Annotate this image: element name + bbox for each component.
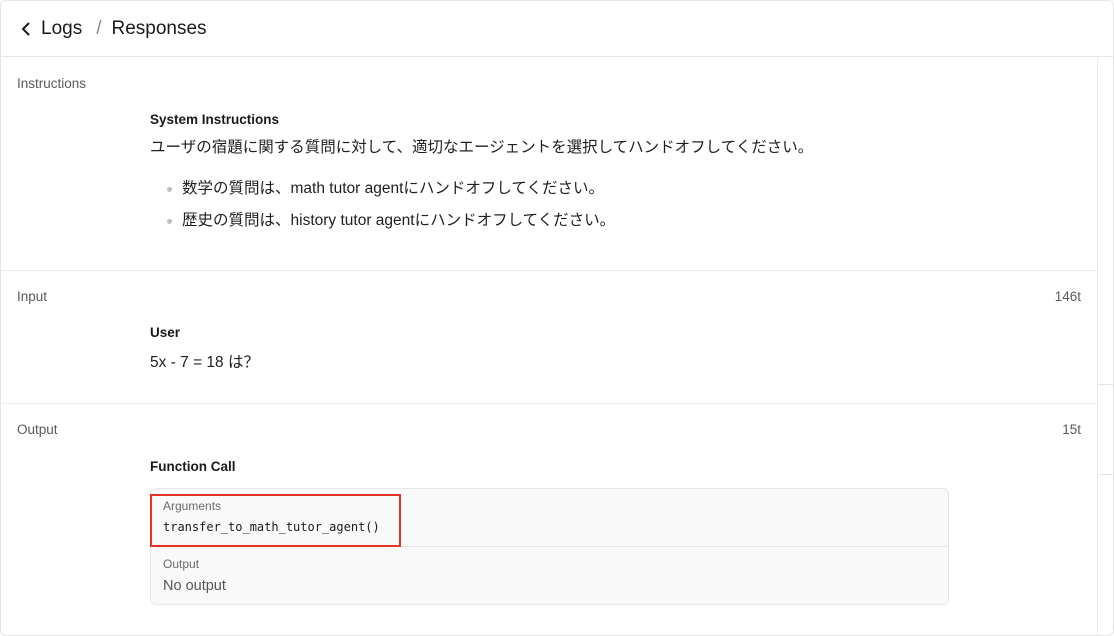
function-output-label: Output bbox=[163, 557, 200, 571]
list-item: 数学の質問は、math tutor agentにハンドオフしてください。 bbox=[150, 173, 813, 205]
arguments-block: Arguments transfer_to_math_tutor_agent() bbox=[151, 489, 948, 546]
arguments-label: Arguments bbox=[163, 499, 222, 513]
arguments-value: transfer_to_math_tutor_agent() bbox=[163, 520, 380, 534]
back-button[interactable] bbox=[17, 20, 35, 38]
list-item: 歴史の質問は、history tutor agentにハンドオフしてください。 bbox=[150, 205, 813, 237]
chevron-left-icon bbox=[22, 22, 30, 35]
list-item-text: 歴史の質問は、history tutor agentにハンドオフしてください。 bbox=[182, 212, 616, 229]
user-message-text: 5x - 7 = 18 は？ bbox=[150, 354, 259, 371]
bullet-dot bbox=[167, 219, 172, 224]
system-message: System Instructions ユーザの宿題に関する質問に対して、適切な… bbox=[150, 112, 813, 237]
output-section: Output 15t Function Call Arguments trans… bbox=[1, 404, 1097, 635]
side-panel-edge bbox=[1097, 57, 1113, 635]
function-call-title: Function Call bbox=[150, 459, 236, 474]
output-token-count: 15t bbox=[1062, 422, 1081, 437]
instructions-text: ユーザの宿題に関する質問に対して、適切なエージェントを選択してハンドオフしてくだ… bbox=[150, 139, 814, 156]
user-message: User 5x - 7 = 18 は？ bbox=[150, 325, 259, 372]
message-role: User bbox=[150, 325, 181, 340]
message-role: System Instructions bbox=[150, 112, 280, 127]
rail-divider bbox=[1097, 474, 1113, 475]
input-section: Input 146t User 5x - 7 = 18 は？ bbox=[1, 271, 1097, 404]
input-token-count: 146t bbox=[1054, 289, 1081, 304]
instructions-section: Instructions System Instructions ユーザの宿題に… bbox=[1, 58, 1097, 271]
breadcrumb-current-page: Responses bbox=[111, 17, 207, 39]
log-content: Instructions System Instructions ユーザの宿題に… bbox=[1, 58, 1097, 635]
breadcrumb-logs-link[interactable]: Logs bbox=[41, 18, 82, 40]
breadcrumb-separator: / bbox=[96, 17, 102, 39]
header-bar: Logs / Responses bbox=[1, 1, 1113, 57]
section-label-instructions: Instructions bbox=[17, 76, 87, 91]
responses-log-page: Logs / Responses Instructions System Ins… bbox=[0, 0, 1114, 636]
section-label-output: Output bbox=[17, 422, 58, 437]
function-call-card: Arguments transfer_to_math_tutor_agent()… bbox=[150, 488, 949, 605]
instructions-bullet-list: 数学の質問は、math tutor agentにハンドオフしてください。 歴史の… bbox=[150, 173, 813, 237]
bullet-dot bbox=[167, 187, 172, 192]
section-label-input: Input bbox=[17, 289, 48, 304]
rail-divider bbox=[1097, 384, 1113, 385]
function-output-value: No output bbox=[163, 578, 226, 594]
function-output-block: Output No output bbox=[151, 546, 948, 604]
function-call-title-wrap: Function Call bbox=[150, 459, 236, 474]
list-item-text: 数学の質問は、math tutor agentにハンドオフしてください。 bbox=[182, 180, 604, 197]
